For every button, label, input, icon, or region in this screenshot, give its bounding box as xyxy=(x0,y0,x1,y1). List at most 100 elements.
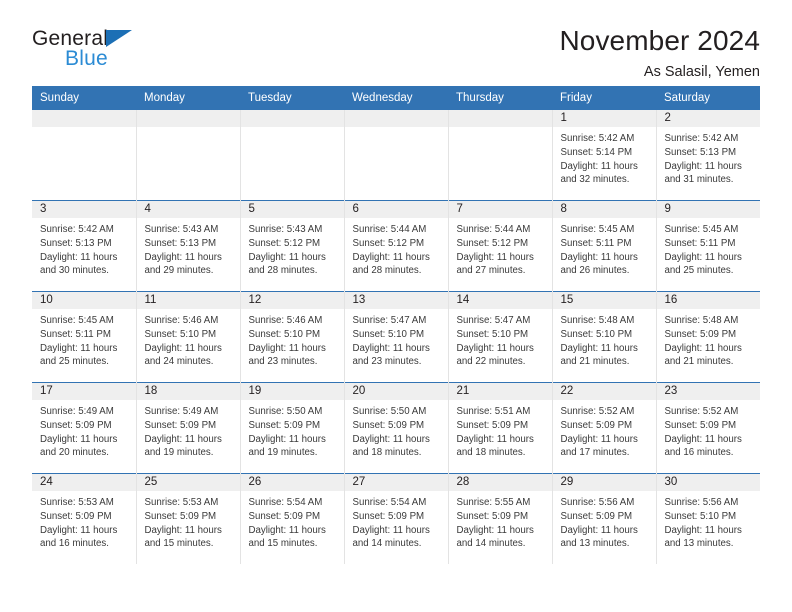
calendar-day-cell[interactable]: 18 Sunrise: 5:49 AM Sunset: 5:09 PM Dayligh… xyxy=(135,382,240,474)
calendar-day-cell[interactable]: 11 Sunrise: 5:46 AM Sunset: 5:10 PM Dayligh… xyxy=(135,291,240,383)
calendar-day-cell[interactable]: 24 Sunrise: 5:53 AM Sunset: 5:09 PM Dayligh… xyxy=(32,473,136,564)
sunset-text: Sunset: 5:13 PM xyxy=(40,237,112,249)
day-number: 24 xyxy=(32,474,136,491)
calendar-day-cell[interactable]: 15 Sunrise: 5:48 AM Sunset: 5:10 PM Dayligh… xyxy=(551,291,656,383)
day-number: 16 xyxy=(656,292,760,309)
calendar-day-cell[interactable]: 21 Sunrise: 5:51 AM Sunset: 5:09 PM Dayligh… xyxy=(447,382,552,474)
calendar-day-cell[interactable]: 8 Sunrise: 5:45 AM Sunset: 5:11 PM Daylight… xyxy=(551,200,656,292)
calendar-week-row: 1 Sunrise: 5:42 AM Sunset: 5:14 PM Daylight… xyxy=(32,110,760,201)
calendar-day-cell[interactable]: 17 Sunrise: 5:49 AM Sunset: 5:09 PM Dayligh… xyxy=(32,382,136,474)
day-number: 18 xyxy=(136,383,240,400)
sunrise-text: Sunrise: 5:47 AM xyxy=(352,315,427,326)
day-details: Sunrise: 5:43 AM Sunset: 5:12 PM Daylight:… xyxy=(241,218,344,278)
sunrise-text: Sunrise: 5:51 AM xyxy=(456,406,531,417)
daylight-text-line1: Daylight: 11 hours xyxy=(248,342,326,354)
daylight-text-line2: and 15 minutes. xyxy=(144,538,214,550)
sunset-text: Sunset: 5:09 PM xyxy=(40,419,112,431)
calendar-cell-empty xyxy=(239,110,344,201)
calendar-day-cell[interactable]: 20 Sunrise: 5:50 AM Sunset: 5:09 PM Dayligh… xyxy=(343,382,448,474)
daylight-text-line1: Daylight: 11 hours xyxy=(456,342,534,354)
daylight-text-line2: and 13 minutes. xyxy=(664,538,734,550)
calendar-week-row: 24 Sunrise: 5:53 AM Sunset: 5:09 PM Dayligh… xyxy=(32,473,760,564)
calendar-day-cell[interactable]: 5 Sunrise: 5:43 AM Sunset: 5:12 PM Daylight… xyxy=(239,200,344,292)
day-number: 14 xyxy=(448,292,552,309)
day-number: 28 xyxy=(448,474,552,491)
daylight-text-line2: and 23 minutes. xyxy=(352,356,422,368)
sunrise-text: Sunrise: 5:48 AM xyxy=(664,315,739,326)
calendar-day-cell[interactable]: 1 Sunrise: 5:42 AM Sunset: 5:14 PM Daylight… xyxy=(551,110,656,201)
calendar-day-cell[interactable]: 9 Sunrise: 5:45 AM Sunset: 5:11 PM Daylight… xyxy=(655,200,760,292)
weekday-header-friday: Friday xyxy=(552,86,656,110)
sunset-text: Sunset: 5:11 PM xyxy=(560,237,632,249)
day-details: Sunrise: 5:48 AM Sunset: 5:10 PM Daylight:… xyxy=(553,309,656,369)
calendar-day-cell[interactable]: 12 Sunrise: 5:46 AM Sunset: 5:10 PM Dayligh… xyxy=(239,291,344,383)
daylight-text-line1: Daylight: 11 hours xyxy=(352,524,430,536)
daylight-text-line1: Daylight: 11 hours xyxy=(664,524,742,536)
calendar-day-cell[interactable]: 26 Sunrise: 5:54 AM Sunset: 5:09 PM Dayligh… xyxy=(239,473,344,564)
daylight-text-line2: and 18 minutes. xyxy=(456,447,526,459)
day-number: 13 xyxy=(344,292,448,309)
daylight-text-line2: and 13 minutes. xyxy=(560,538,630,550)
calendar-day-cell[interactable]: 23 Sunrise: 5:52 AM Sunset: 5:09 PM Dayligh… xyxy=(655,382,760,474)
calendar-day-cell[interactable]: 13 Sunrise: 5:47 AM Sunset: 5:10 PM Dayligh… xyxy=(343,291,448,383)
calendar-day-cell[interactable]: 3 Sunrise: 5:42 AM Sunset: 5:13 PM Daylight… xyxy=(32,200,136,292)
weekday-header-thursday: Thursday xyxy=(448,86,552,110)
general-blue-logo[interactable]: General Blue xyxy=(32,26,144,72)
sunset-text: Sunset: 5:09 PM xyxy=(144,510,217,522)
sunset-text: Sunset: 5:10 PM xyxy=(144,328,217,340)
daylight-text-line1: Daylight: 11 hours xyxy=(248,251,326,263)
daylight-text-line2: and 28 minutes. xyxy=(352,265,422,277)
sunrise-text: Sunrise: 5:42 AM xyxy=(40,224,114,235)
calendar-table: Sunday Monday Tuesday Wednesday Thursday… xyxy=(32,86,760,564)
daylight-text-line2: and 16 minutes. xyxy=(40,538,109,550)
calendar-day-cell[interactable]: 28 Sunrise: 5:55 AM Sunset: 5:09 PM Dayligh… xyxy=(447,473,552,564)
sunset-text: Sunset: 5:09 PM xyxy=(664,328,737,340)
calendar-day-cell[interactable]: 16 Sunrise: 5:48 AM Sunset: 5:09 PM Dayligh… xyxy=(655,291,760,383)
day-details: Sunrise: 5:55 AM Sunset: 5:09 PM Daylight:… xyxy=(449,491,552,551)
sunrise-text: Sunrise: 5:45 AM xyxy=(40,315,114,326)
daylight-text-line2: and 16 minutes. xyxy=(664,447,734,459)
calendar-header-row: Sunday Monday Tuesday Wednesday Thursday… xyxy=(32,86,760,110)
sunrise-text: Sunrise: 5:55 AM xyxy=(456,497,531,508)
sunrise-text: Sunrise: 5:43 AM xyxy=(144,224,219,235)
calendar-cell-empty xyxy=(135,110,240,201)
sunset-text: Sunset: 5:09 PM xyxy=(248,510,321,522)
daylight-text-line1: Daylight: 11 hours xyxy=(352,342,430,354)
sunset-text: Sunset: 5:12 PM xyxy=(248,237,321,249)
day-number: 26 xyxy=(240,474,344,491)
sunrise-text: Sunrise: 5:42 AM xyxy=(664,133,739,144)
daylight-text-line2: and 25 minutes. xyxy=(40,356,109,368)
daylight-text-line2: and 31 minutes. xyxy=(664,174,734,186)
calendar-day-cell[interactable]: 2 Sunrise: 5:42 AM Sunset: 5:13 PM Daylight… xyxy=(655,110,760,201)
day-number: 10 xyxy=(32,292,136,309)
calendar-day-cell[interactable]: 19 Sunrise: 5:50 AM Sunset: 5:09 PM Dayligh… xyxy=(239,382,344,474)
sunrise-text: Sunrise: 5:45 AM xyxy=(560,224,635,235)
calendar-week-row: 10 Sunrise: 5:45 AM Sunset: 5:11 PM Dayligh… xyxy=(32,291,760,383)
calendar-day-cell[interactable]: 27 Sunrise: 5:54 AM Sunset: 5:09 PM Dayligh… xyxy=(343,473,448,564)
daylight-text-line2: and 27 minutes. xyxy=(456,265,526,277)
calendar-day-cell[interactable]: 6 Sunrise: 5:44 AM Sunset: 5:12 PM Daylight… xyxy=(343,200,448,292)
daylight-text-line1: Daylight: 11 hours xyxy=(456,433,534,445)
calendar-day-cell[interactable]: 30 Sunrise: 5:56 AM Sunset: 5:10 PM Dayligh… xyxy=(655,473,760,564)
day-details: Sunrise: 5:43 AM Sunset: 5:13 PM Daylight:… xyxy=(137,218,240,278)
calendar-day-cell[interactable]: 25 Sunrise: 5:53 AM Sunset: 5:09 PM Dayligh… xyxy=(135,473,240,564)
sunrise-text: Sunrise: 5:50 AM xyxy=(248,406,323,417)
sunset-text: Sunset: 5:14 PM xyxy=(560,146,633,158)
calendar-day-cell[interactable]: 29 Sunrise: 5:56 AM Sunset: 5:09 PM Dayligh… xyxy=(551,473,656,564)
calendar-cell-empty xyxy=(32,110,136,201)
sunset-text: Sunset: 5:13 PM xyxy=(144,237,217,249)
sunset-text: Sunset: 5:12 PM xyxy=(352,237,425,249)
day-details: Sunrise: 5:52 AM Sunset: 5:09 PM Daylight:… xyxy=(553,400,656,460)
calendar-day-cell[interactable]: 4 Sunrise: 5:43 AM Sunset: 5:13 PM Daylight… xyxy=(135,200,240,292)
day-number: 19 xyxy=(240,383,344,400)
daylight-text-line1: Daylight: 11 hours xyxy=(40,524,118,536)
calendar-day-cell[interactable]: 7 Sunrise: 5:44 AM Sunset: 5:12 PM Daylight… xyxy=(447,200,552,292)
calendar-day-cell[interactable]: 10 Sunrise: 5:45 AM Sunset: 5:11 PM Dayligh… xyxy=(32,291,136,383)
sunrise-text: Sunrise: 5:52 AM xyxy=(664,406,739,417)
calendar-day-cell[interactable]: 14 Sunrise: 5:47 AM Sunset: 5:10 PM Dayligh… xyxy=(447,291,552,383)
day-number: 30 xyxy=(656,474,760,491)
daylight-text-line1: Daylight: 11 hours xyxy=(560,524,638,536)
daylight-text-line2: and 21 minutes. xyxy=(664,356,734,368)
calendar-day-cell[interactable]: 22 Sunrise: 5:52 AM Sunset: 5:09 PM Dayligh… xyxy=(551,382,656,474)
day-details: Sunrise: 5:44 AM Sunset: 5:12 PM Daylight:… xyxy=(345,218,448,278)
